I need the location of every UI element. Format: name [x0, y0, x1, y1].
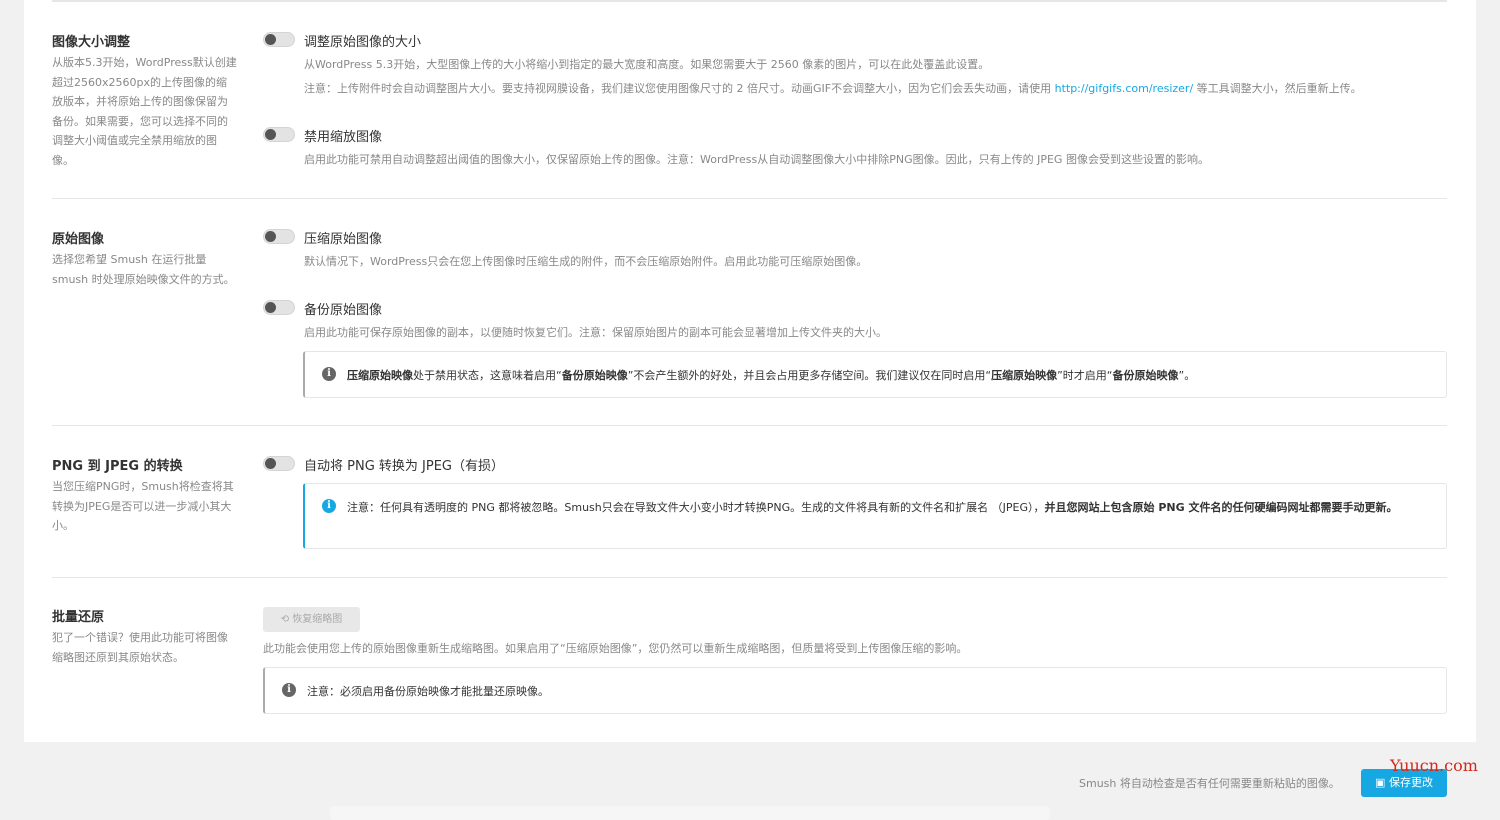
bulk-desc: 此功能会使用您上传的原始图像重新生成缩略图。如果启用了“压缩原始图像”，您仍然可…	[263, 642, 968, 655]
gifgifs-link[interactable]: http://gifgifs.com/resizer/	[1055, 82, 1194, 95]
option-desc-backup-original: 启用此功能可保存原始图像的副本，以便随时恢复它们。注意：保留原始图片的副本可能会…	[304, 326, 887, 339]
section-desc-resize: 从版本5.3开始，WordPress默认创建超过2560x2560px的上传图像…	[52, 56, 237, 167]
info-icon: i	[282, 683, 296, 697]
divider	[52, 577, 1447, 578]
option-label-resize-original: 调整原始图像的大小	[304, 35, 422, 50]
notice-text: 注意：任何具有透明度的 PNG 都将被忽略。Smush只会在导致文件大小变小时才…	[347, 501, 1398, 514]
info-icon: i	[322, 367, 336, 381]
floppy-icon: ▣	[1375, 776, 1386, 789]
note-text-end: 等工具调整大小，然后重新上传。	[1196, 82, 1362, 95]
footer-bar	[330, 806, 1050, 820]
option-desc-resize-original: 从WordPress 5.3开始，大型图像上传的大小将缩小到指定的最大宽度和高度…	[304, 58, 990, 71]
notice-png: i 注意：任何具有透明度的 PNG 都将被忽略。Smush只会在导致文件大小变小…	[303, 483, 1447, 549]
undo-icon: ⟲	[280, 614, 290, 625]
option-desc-disable-scaled: 启用此功能可禁用自动调整超出阈值的图像大小，仅保留原始上传的图像。注意：Word…	[304, 153, 1209, 166]
divider	[52, 0, 1447, 2]
footer-note: Smush 将自动检查是否有任何需要重新粘贴的图像。	[1079, 777, 1340, 790]
section-title-png: PNG 到 JPEG 的转换	[52, 459, 183, 474]
option-label-backup-original: 备份原始图像	[304, 303, 383, 318]
section-desc-png: 当您压缩PNG时，Smush将检查将其转换为JPEG是否可以进一步减小其大小。	[52, 480, 234, 532]
section-title-resize: 图像大小调整	[52, 35, 131, 50]
option-desc-compress-original: 默认情况下，WordPress只会在您上传图像时压缩生成的附件，而不会压缩原始附…	[304, 255, 868, 268]
note-text: 注意：上传附件时会自动调整图片大小。要支持视网膜设备，我们建议您使用图像尺寸的 …	[304, 82, 1052, 95]
toggle-png-to-jpeg[interactable]	[263, 456, 295, 471]
option-label-disable-scaled: 禁用缩放图像	[304, 130, 383, 145]
info-icon: i	[322, 499, 336, 513]
section-desc-bulk: 犯了一个错误？使用此功能可将图像缩略图还原到其原始状态。	[52, 631, 228, 664]
option-label-png-to-jpeg: 自动将 PNG 转换为 JPEG（有损）	[304, 459, 504, 474]
option-label-compress-original: 压缩原始图像	[304, 232, 383, 247]
notice-text: 注意：必须启用备份原始映像才能批量还原映像。	[307, 685, 549, 698]
divider	[52, 198, 1447, 199]
divider	[52, 425, 1447, 426]
toggle-disable-scaled[interactable]	[263, 127, 295, 142]
section-title-bulk: 批量还原	[52, 610, 105, 625]
section-title-original: 原始图像	[52, 232, 105, 247]
restore-thumbnails-button[interactable]: ⟲ 恢复缩略图	[263, 607, 360, 632]
notice-bulk: i 注意：必须启用备份原始映像才能批量还原映像。	[263, 667, 1447, 714]
notice-original: i 压缩原始映像处于禁用状态，这意味着启用“备份原始映像”不会产生额外的好处，并…	[303, 351, 1447, 398]
toggle-compress-original[interactable]	[263, 229, 295, 244]
option-note-resize: 注意：上传附件时会自动调整图片大小。要支持视网膜设备，我们建议您使用图像尺寸的 …	[304, 80, 1362, 96]
toggle-backup-original[interactable]	[263, 300, 295, 315]
watermark: Yuucn.com	[1390, 756, 1478, 775]
section-desc-original: 选择您希望 Smush 在运行批量 smush 时处理原始映像文件的方式。	[52, 253, 235, 286]
toggle-resize-original[interactable]	[263, 32, 295, 47]
notice-text: 压缩原始映像处于禁用状态，这意味着启用“备份原始映像”不会产生额外的好处，并且会…	[347, 369, 1196, 382]
